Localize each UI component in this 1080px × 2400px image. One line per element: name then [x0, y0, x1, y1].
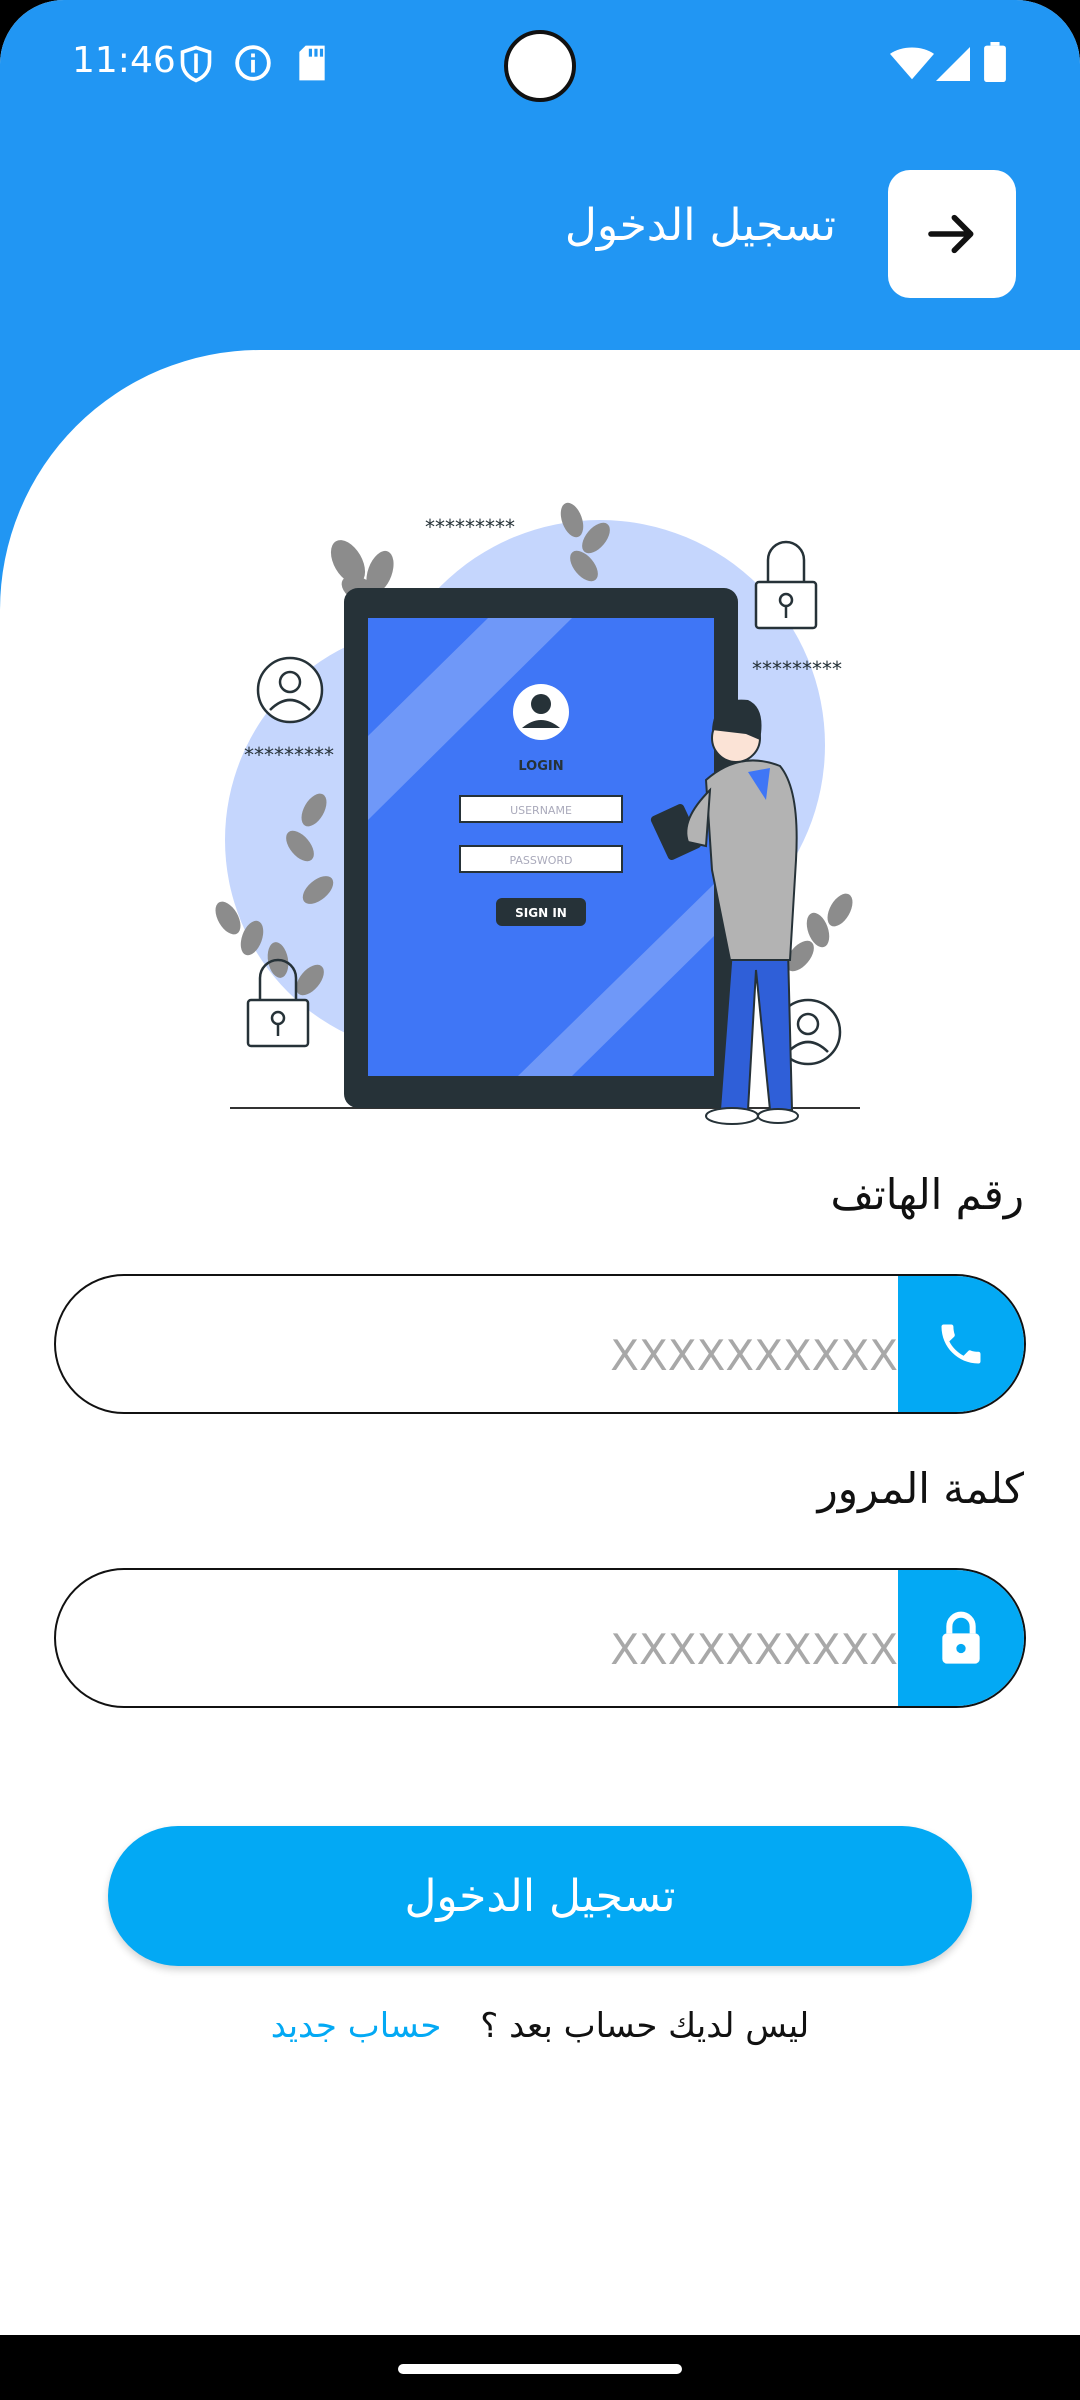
new-account-link[interactable]: حساب جديد: [271, 2006, 442, 2046]
phone-input[interactable]: [86, 1276, 898, 1412]
front-camera: [504, 30, 576, 102]
page-title: تسجيل الدخول: [564, 200, 836, 251]
password-field-icon: [898, 1570, 1024, 1706]
battery-icon: [984, 42, 1006, 82]
password-input[interactable]: [86, 1570, 898, 1706]
phone-field-icon: [898, 1276, 1024, 1412]
illu-username: USERNAME: [510, 804, 572, 817]
login-button[interactable]: تسجيل الدخول: [108, 1826, 972, 1966]
password-field: [54, 1568, 1026, 1708]
illu-mask-2: *********: [752, 657, 842, 681]
phone-label: رقم الهاتف: [830, 1170, 1024, 1219]
illu-sign-in: SIGN IN: [515, 906, 567, 920]
lock-icon: [942, 1611, 980, 1664]
illu-mask-3: *********: [244, 743, 334, 767]
illu-password: PASSWORD: [509, 854, 572, 867]
no-account-text: ليس لديك حساب بعد ؟: [480, 2006, 810, 2046]
back-button[interactable]: [888, 170, 1016, 298]
illu-mask-1: *********: [425, 515, 515, 539]
info-icon: [235, 45, 271, 81]
wifi-icon: [890, 47, 934, 80]
signup-row: ليس لديك حساب بعد ؟ حساب جديد: [0, 2006, 1080, 2046]
phone-field: [54, 1274, 1026, 1414]
illu-login-title: LOGIN: [518, 759, 563, 774]
signal-icon: [936, 47, 970, 81]
arrow-right-icon: [928, 214, 974, 254]
sd-card-icon: [299, 45, 325, 81]
app-screen: 11:46 تسجيل الدخول LOGIN USERNAME PASSWO…: [0, 0, 1080, 2335]
password-label: كلمة المرور: [817, 1464, 1024, 1513]
home-gesture-bar[interactable]: [398, 2364, 682, 2374]
status-time: 11:46: [72, 40, 176, 81]
shield-icon: [180, 45, 212, 83]
phone-icon: [941, 1324, 981, 1364]
login-illustration: LOGIN USERNAME PASSWORD SIGN IN ********…: [215, 502, 860, 1125]
